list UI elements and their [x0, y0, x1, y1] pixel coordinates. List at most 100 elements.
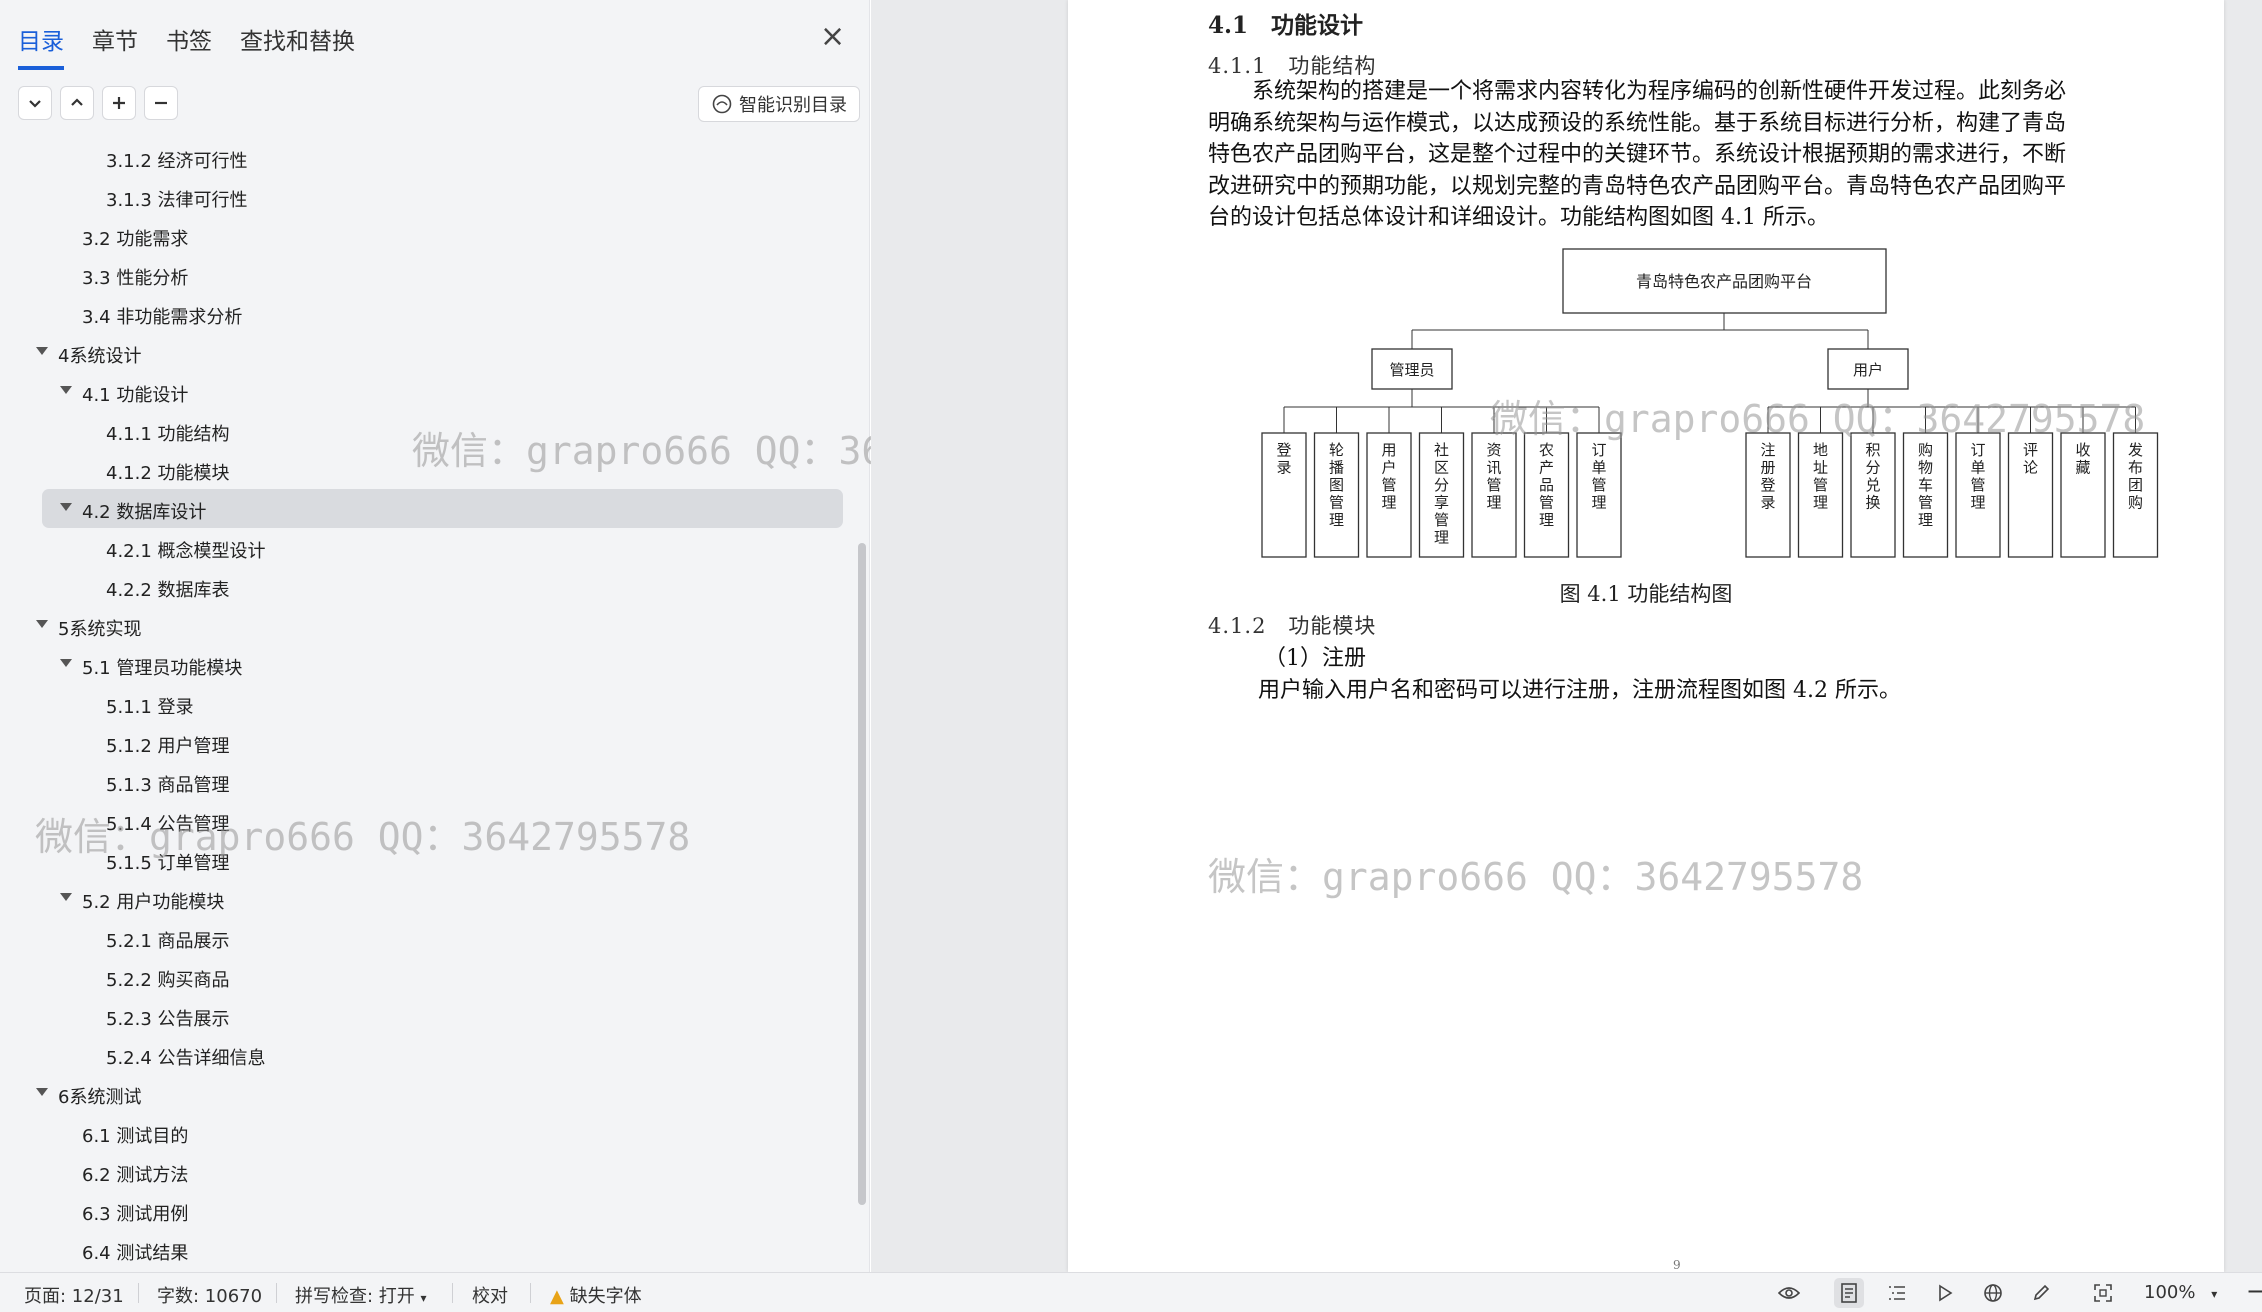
toc-item[interactable]: 5.1.2 用户管理: [0, 723, 860, 762]
toc-item[interactable]: 5.2.2 购买商品: [0, 957, 860, 996]
toc-item[interactable]: 6.4 测试结果: [0, 1230, 860, 1269]
toc-item-label: 4系统设计: [58, 346, 142, 367]
toc-item-label: 5.1.4 公告管理: [106, 814, 230, 835]
zoom-level[interactable]: 100% ▾: [2144, 1282, 2217, 1303]
tab-chapters[interactable]: 章节: [92, 22, 138, 70]
diagram-leaf-label: 收: [2075, 441, 2090, 459]
toc-scrollbar[interactable]: [858, 543, 866, 1205]
smart-toc-button[interactable]: 智能识别目录: [698, 86, 860, 122]
toc-item[interactable]: 6.3 测试用例: [0, 1191, 860, 1230]
toc-item[interactable]: 5系统实现: [0, 606, 860, 645]
collapse-up-button[interactable]: [60, 86, 94, 120]
missing-font-button[interactable]: ▲ 缺失字体: [550, 1282, 642, 1308]
collapse-caret-icon[interactable]: [36, 1088, 48, 1096]
toc-item[interactable]: 4.1.1 功能结构: [0, 411, 860, 450]
toc-item-label: 5.2.1 商品展示: [106, 931, 230, 952]
diagram-leaf-label: 管: [1918, 494, 1933, 512]
toc-item[interactable]: 4.2.2 数据库表: [0, 567, 860, 606]
diagram-leaf-label: 管: [1813, 476, 1828, 494]
tab-toc[interactable]: 目录: [18, 22, 64, 70]
toc-item[interactable]: 5.1.1 登录: [0, 684, 860, 723]
diagram-leaf-label: 购: [2128, 494, 2143, 512]
toc-item[interactable]: 4.2.1 概念模型设计: [0, 528, 860, 567]
toc-item-label: 5.1.2 用户管理: [106, 736, 230, 757]
collapse-caret-icon[interactable]: [36, 620, 48, 628]
close-icon[interactable]: ×: [820, 22, 845, 52]
pen-icon[interactable]: [2026, 1278, 2056, 1308]
toc-item-label: 4.1 功能设计: [82, 385, 189, 406]
diagram-leaf-label: 分: [1434, 476, 1449, 494]
toc-item-label: 5.1 管理员功能模块: [82, 658, 243, 679]
diagram-leaf-label: 兑: [1865, 476, 1880, 494]
smart-toc-label: 智能识别目录: [739, 95, 847, 116]
toc-item[interactable]: 5.2.3 公告展示: [0, 996, 860, 1035]
diagram-leaf-label: 用: [1381, 441, 1396, 459]
outline-view-icon[interactable]: [1882, 1278, 1912, 1308]
tab-bookmarks[interactable]: 书签: [166, 22, 212, 70]
toc-item[interactable]: 4系统设计: [0, 333, 860, 372]
function-structure-diagram: 青岛特色农产品团购平台管理员 用户登录轮播图管理用户管理社区分享管理资讯管理农产品…: [1261, 248, 2159, 558]
toc-item-label: 6.2 测试方法: [82, 1165, 189, 1186]
proofread-button[interactable]: 校对: [472, 1282, 508, 1308]
toc-item-label: 4.2 数据库设计: [82, 502, 207, 523]
page-view-icon[interactable]: [1834, 1278, 1864, 1308]
toc-item[interactable]: 5.2.4 公告详细信息: [0, 1035, 860, 1074]
plus-icon: [113, 97, 125, 109]
spell-check-toggle[interactable]: 拼写检查: 打开 ▾: [295, 1282, 427, 1308]
toc-item[interactable]: 3.3 性能分析: [0, 255, 860, 294]
toc-item-label: 5.1.3 商品管理: [106, 775, 230, 796]
diagram-leaf-label: 论: [2023, 459, 2038, 477]
collapse-caret-icon[interactable]: [60, 893, 72, 901]
toc-item[interactable]: 3.4 非功能需求分析: [0, 294, 860, 333]
chevron-down-icon: [29, 100, 41, 108]
toc-item[interactable]: 5.1.5 订单管理: [0, 840, 860, 879]
diagram-leaf-label: 录: [1760, 494, 1775, 512]
toc-item[interactable]: 4.1 功能设计: [0, 372, 860, 411]
body-paragraph: 系统架构的搭建是一个将需求内容转化为程序编码的创新性硬件开发过程。此刻务必 明确…: [1208, 79, 2067, 230]
diagram-leaf-label: 登: [1760, 476, 1775, 494]
fit-page-icon[interactable]: [2088, 1278, 2118, 1308]
tab-find-replace[interactable]: 查找和替换: [240, 22, 355, 70]
toc-item[interactable]: 4.1.2 功能模块: [0, 450, 860, 489]
expand-down-button[interactable]: [18, 86, 52, 120]
web-view-icon[interactable]: [1978, 1278, 2008, 1308]
word-count[interactable]: 字数: 10670: [157, 1282, 262, 1308]
figure-caption: 图 4.1 功能结构图: [1559, 582, 1733, 606]
toc-item[interactable]: 5.1 管理员功能模块: [0, 645, 860, 684]
collapse-caret-icon[interactable]: [36, 347, 48, 355]
toc-item[interactable]: 5.2.1 商品展示: [0, 918, 860, 957]
toc-item[interactable]: 6.1 测试目的: [0, 1113, 860, 1152]
toc-item-label: 4.1.1 功能结构: [106, 424, 230, 445]
toc-item[interactable]: 3.1.2 经济可行性: [0, 138, 860, 177]
diagram-leaf-label: 管: [1486, 476, 1501, 494]
zoom-out-icon[interactable]: −: [2246, 1277, 2262, 1305]
chevron-down-icon: ▾: [420, 1291, 427, 1305]
toc-item[interactable]: 6系统测试: [0, 1074, 860, 1113]
eye-protect-icon[interactable]: [1774, 1278, 1804, 1308]
collapse-caret-icon[interactable]: [60, 503, 72, 511]
diagram-leaf-label: 管: [1970, 476, 1985, 494]
nav-tabs: 目录 章节 书签 查找和替换: [18, 22, 355, 70]
heading-4-1: 4.1 功能设计: [1208, 12, 1364, 39]
page-indicator[interactable]: 页面: 12/31: [24, 1282, 124, 1308]
diagram-leaf-label: 单: [1970, 459, 1985, 477]
remove-toc-item-button[interactable]: [144, 86, 178, 120]
document-page[interactable]: 4.1 功能设计 4.1.1 功能结构 系统架构的搭建是一个将需求内容转化为程序…: [1068, 0, 2224, 1272]
collapse-caret-icon[interactable]: [60, 659, 72, 667]
diagram-leaf-label: 发: [2128, 441, 2143, 459]
navigation-panel: 目录 章节 书签 查找和替换 × 智能识别目录 3.1.2 经济可行性 3.1.3…: [0, 0, 1067, 1272]
toc-item[interactable]: 3.1.3 法律可行性: [0, 177, 860, 216]
toc-item[interactable]: 5.1.4 公告管理: [0, 801, 860, 840]
diagram-leaf-label: 讯: [1486, 459, 1501, 477]
toc-item[interactable]: 6.2 测试方法: [0, 1152, 860, 1191]
toc-item-selected[interactable]: 4.2 数据库设计: [42, 489, 843, 528]
toc-item-label: 5系统实现: [58, 619, 142, 640]
diagram-leaf-label: 管: [1381, 476, 1396, 494]
toc-item-label: 3.1.3 法律可行性: [106, 190, 248, 211]
play-icon[interactable]: [1930, 1278, 1960, 1308]
collapse-caret-icon[interactable]: [60, 386, 72, 394]
toc-item[interactable]: 3.2 功能需求: [0, 216, 860, 255]
toc-item[interactable]: 5.2 用户功能模块: [0, 879, 860, 918]
toc-item[interactable]: 5.1.3 商品管理: [0, 762, 860, 801]
add-toc-item-button[interactable]: [102, 86, 136, 120]
